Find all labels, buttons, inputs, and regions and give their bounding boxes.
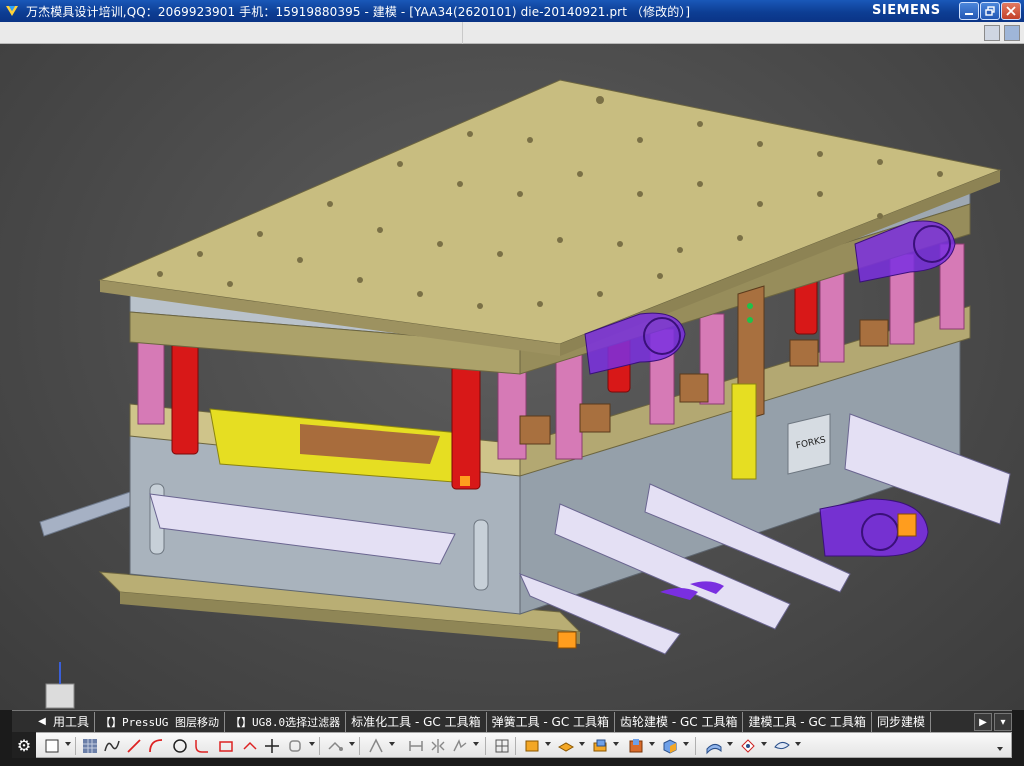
cylinder-icon[interactable]: [591, 737, 609, 755]
slot-right: [473, 519, 489, 591]
sphere-icon[interactable]: [661, 737, 679, 755]
chevron-down-icon[interactable]: [545, 742, 551, 746]
die-model: FORKS: [39, 79, 1011, 709]
view-triad[interactable]: [45, 662, 75, 709]
offset-icon[interactable]: [287, 737, 305, 755]
chevron-down-icon[interactable]: [65, 742, 71, 746]
grid-icon[interactable]: [81, 737, 99, 755]
chevron-down-icon[interactable]: [473, 742, 479, 746]
restore-button[interactable]: [980, 2, 1000, 20]
toolbar-tab-bar: ◀ 用工具 【】PressUG 图层移动 【】UG8.0选择过滤器 标准化工具 …: [12, 710, 1012, 733]
nx-app-icon[interactable]: [4, 3, 20, 19]
window-title: 万杰模具设计培训,QQ：2069923901 手机：15919880395 - …: [26, 4, 691, 19]
toolbar-separator: [515, 737, 516, 755]
trim-icon[interactable]: [367, 737, 385, 755]
minimize-button[interactable]: [959, 2, 979, 20]
graphics-viewport[interactable]: FORKS: [0, 44, 1024, 710]
toolbar-separator: [359, 737, 360, 755]
toolbar-separator: [485, 737, 486, 755]
rectangle-icon[interactable]: [217, 737, 235, 755]
bottom-toolbar: [12, 732, 1012, 758]
surface-icon[interactable]: [705, 737, 723, 755]
cone-icon[interactable]: [627, 737, 645, 755]
block-icon[interactable]: [557, 737, 575, 755]
chevron-down-icon[interactable]: [795, 742, 801, 746]
tab-scroll-right-icon[interactable]: ▶: [974, 713, 992, 731]
foot: [897, 513, 917, 537]
minimize-icon: [965, 13, 973, 15]
tab-gear-modeling[interactable]: 齿轮建模 - GC 工具箱: [615, 711, 744, 732]
chevron-down-icon[interactable]: [649, 742, 655, 746]
constraint-icon[interactable]: [327, 737, 345, 755]
extrude-icon[interactable]: [493, 737, 511, 755]
left-edge: [0, 710, 12, 758]
tab-sync-modeling[interactable]: 同步建模: [872, 711, 931, 732]
tab-standard-tools[interactable]: 标准化工具 - GC 工具箱: [346, 711, 487, 732]
foot: [557, 631, 577, 649]
chevron-down-icon[interactable]: [727, 742, 733, 746]
chevron-down-icon[interactable]: [389, 742, 395, 746]
left-guide-bar: [39, 491, 131, 537]
tab-scroll-left-icon[interactable]: ◀: [36, 716, 48, 727]
tab-pressug-layer-move[interactable]: 【】PressUG 图层移动: [95, 711, 225, 732]
tab-controls: ▶ ▾: [972, 711, 1012, 733]
spline-icon[interactable]: [103, 737, 121, 755]
sketch-select-icon[interactable]: [43, 737, 61, 755]
tab-modeling-tools[interactable]: 建模工具 - GC 工具箱: [743, 711, 872, 732]
arc-icon[interactable]: [147, 737, 165, 755]
dimension-icon[interactable]: [407, 737, 425, 755]
tab-tools[interactable]: 用工具: [48, 711, 96, 732]
tab-menu-icon[interactable]: ▾: [994, 713, 1012, 731]
fit-window-icon[interactable]: [1004, 25, 1020, 41]
yellow-block: [731, 383, 757, 480]
close-icon: [1006, 6, 1016, 16]
tab-left-cap: [12, 710, 36, 733]
line-icon[interactable]: [125, 737, 143, 755]
toolbar-separator: [75, 737, 76, 755]
close-button[interactable]: [1001, 2, 1021, 20]
mirror-icon[interactable]: [429, 737, 447, 755]
chevron-down-icon[interactable]: [997, 747, 1003, 751]
revolve-icon[interactable]: [523, 737, 541, 755]
circle-icon[interactable]: [171, 737, 189, 755]
chevron-down-icon[interactable]: [613, 742, 619, 746]
chevron-down-icon[interactable]: [309, 742, 315, 746]
point-icon[interactable]: [241, 737, 259, 755]
indicator-dot: [747, 317, 753, 323]
indicator-dot: [747, 303, 753, 309]
chevron-down-icon[interactable]: [683, 742, 689, 746]
menu-strip: [0, 22, 1024, 44]
fillet-icon[interactable]: [193, 737, 211, 755]
chevron-down-icon[interactable]: [761, 742, 767, 746]
tab-spring-tools[interactable]: 弹簧工具 - GC 工具箱: [487, 711, 616, 732]
plus-icon[interactable]: [263, 737, 281, 755]
footer-strip: [0, 758, 1024, 766]
restore-icon: [985, 6, 995, 16]
toolbar-separator: [319, 737, 320, 755]
tab-ug-selection-filter[interactable]: 【】UG8.0选择过滤器: [225, 711, 347, 732]
gear-icon[interactable]: ⚙: [12, 732, 36, 758]
chevron-down-icon[interactable]: [579, 742, 585, 746]
strip-divider: [462, 22, 463, 44]
brand-logo: SIEMENS: [872, 3, 941, 18]
view-icon[interactable]: [739, 737, 757, 755]
chevron-down-icon[interactable]: [349, 742, 355, 746]
title-bar: 万杰模具设计培训,QQ：2069923901 手机：15919880395 - …: [0, 0, 1024, 22]
pattern-icon[interactable]: [451, 737, 469, 755]
toolbar-separator: [695, 737, 696, 755]
spline-icon[interactable]: [773, 737, 791, 755]
layout-icon[interactable]: [984, 25, 1000, 41]
foot: [460, 476, 470, 486]
